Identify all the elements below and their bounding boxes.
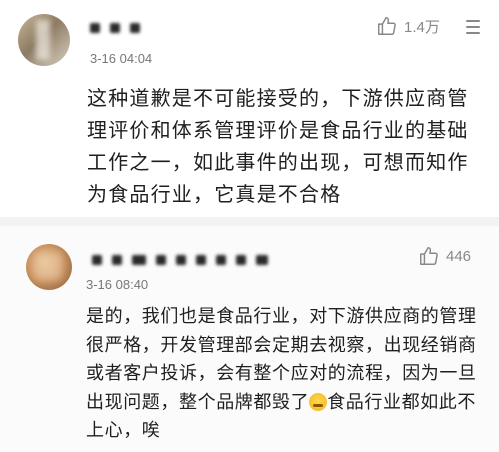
avatar[interactable] — [26, 244, 72, 290]
comment-body: 这种道歉是不可能接受的，下游供应商管理评价和体系管理评价是食品行业的基础工作之一… — [87, 86, 469, 206]
avatar[interactable] — [18, 14, 70, 66]
thumbs-up-icon — [378, 17, 396, 35]
like-button[interactable]: 1.4万 — [376, 15, 440, 37]
crying-face-emoji-icon — [309, 392, 328, 411]
comment-body: 是的，我们也是食品行业，对下游供应商的管理很严格，开发管理部会定期去视察，出现经… — [86, 303, 492, 446]
like-button[interactable]: 446 — [418, 245, 471, 267]
thumbs-up-icon — [420, 247, 438, 265]
comment-timestamp: 3-16 04:04 — [90, 51, 153, 66]
like-count: 446 — [446, 247, 472, 265]
comment-card: 3-16 08:40 446 是的，我们也是食品行业，对下游供应商的管理很严格，… — [0, 226, 499, 452]
username-masked[interactable] — [90, 22, 140, 34]
comment-timestamp: 3-16 08:40 — [86, 277, 149, 292]
more-menu-icon[interactable] — [466, 20, 480, 34]
username-masked[interactable] — [92, 254, 268, 266]
comment-card: 3-16 04:04 1.4万 这种道歉是不可能接受的，下游供应商管理评价和体系… — [0, 0, 499, 217]
like-count: 1.4万 — [404, 18, 440, 36]
